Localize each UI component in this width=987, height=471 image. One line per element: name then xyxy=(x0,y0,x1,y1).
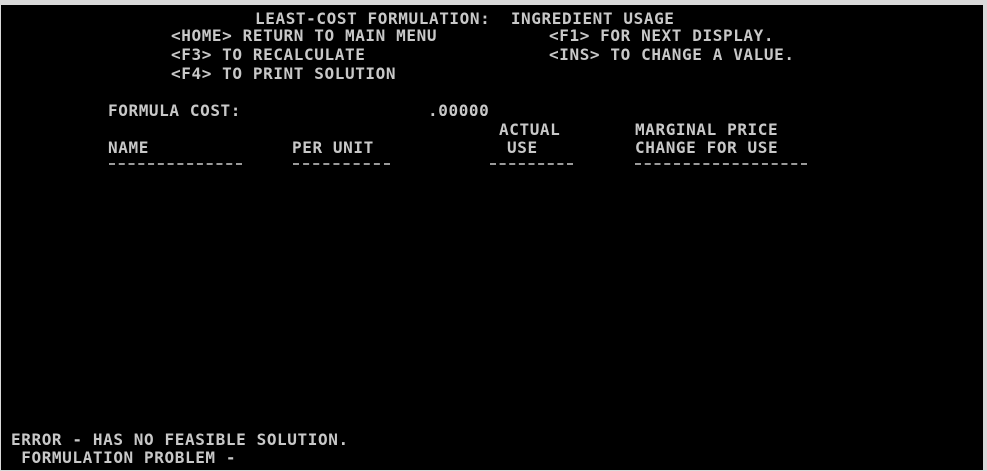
actual-header-top: ACTUAL xyxy=(499,120,561,139)
per-unit-column-underline xyxy=(293,163,390,165)
f3-key-hint[interactable]: <F3> TO RECALCULATE xyxy=(171,47,365,63)
error-message: ERROR - HAS NO FEASIBLE SOLUTION. xyxy=(11,430,349,449)
formula-cost-label: FORMULA COST: xyxy=(108,101,242,120)
name-column-header: NAME xyxy=(108,138,149,157)
actual-header-bottom: USE xyxy=(507,138,538,157)
actual-use-column-underline xyxy=(490,163,573,165)
per-unit-column-header: PER UNIT xyxy=(292,138,374,157)
screen-title: LEAST-COST FORMULATION: INGREDIENT USAGE xyxy=(255,9,675,28)
f1-key-hint[interactable]: <F1> FOR NEXT DISPLAY. xyxy=(549,28,774,44)
marginal-header-top: MARGINAL PRICE xyxy=(635,120,779,139)
ins-key-hint[interactable]: <INS> TO CHANGE A VALUE. xyxy=(549,47,795,63)
formula-cost-value: .00000 xyxy=(428,101,490,120)
terminal-screen: LEAST-COST FORMULATION: INGREDIENT USAGE… xyxy=(1,5,983,470)
f4-key-hint[interactable]: <F4> TO PRINT SOLUTION xyxy=(171,66,396,82)
marginal-header-bottom: CHANGE FOR USE xyxy=(635,138,779,157)
home-key-hint[interactable]: <HOME> RETURN TO MAIN MENU xyxy=(171,28,437,44)
name-column-underline xyxy=(109,163,242,165)
formulation-problem-line: FORMULATION PROBLEM - xyxy=(11,448,237,467)
marginal-column-underline xyxy=(635,163,807,165)
